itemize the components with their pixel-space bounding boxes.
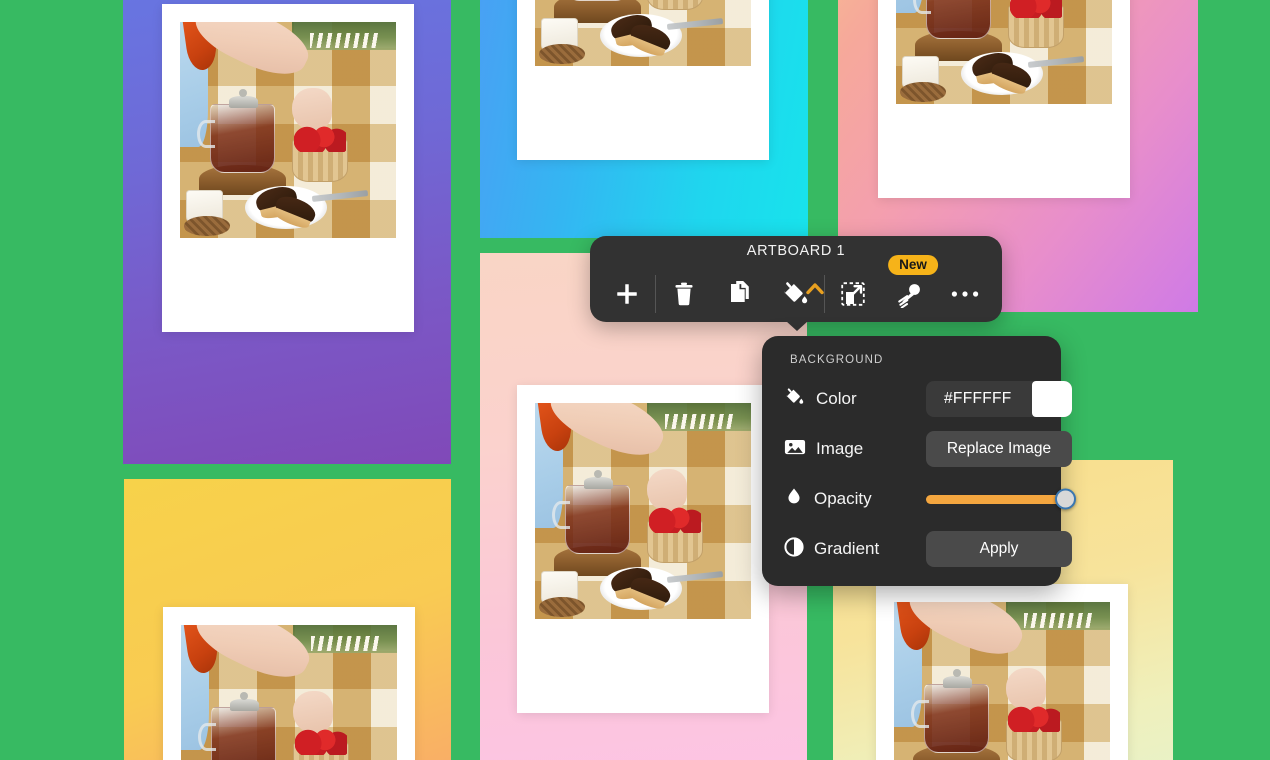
toolbar-title: ARTBOARD 1 (746, 243, 846, 259)
editor-canvas: ARTBOARD 1 New BACKGROUND Color #FFFFFF … (0, 0, 1270, 760)
opacity-slider-knob[interactable] (1055, 488, 1076, 510)
resize-icon (840, 281, 866, 307)
background-opacity-row: Opacity (784, 474, 1076, 524)
plus-icon (614, 281, 640, 307)
photo-image (181, 625, 397, 760)
resize-button[interactable] (825, 269, 881, 319)
ellipsis-icon (950, 289, 980, 299)
color-hex-value: #FFFFFF (944, 390, 1012, 407)
background-image-row: Image Replace Image (784, 424, 1072, 474)
polaroid-frame[interactable] (517, 385, 769, 713)
artboard-2[interactable] (480, 0, 808, 238)
artboard-5[interactable] (480, 253, 807, 760)
background-panel-title: BACKGROUND (790, 354, 884, 366)
polaroid-frame[interactable] (878, 0, 1130, 198)
photo-image (894, 602, 1110, 760)
paint-bucket-icon (784, 387, 806, 412)
color-hex-input[interactable]: #FFFFFF (926, 381, 1072, 417)
opacity-slider-track (926, 494, 1072, 504)
contrast-icon (784, 536, 804, 562)
opacity-slider[interactable] (926, 488, 1076, 510)
background-color-row: Color #FFFFFF (784, 374, 1072, 424)
color-swatch[interactable] (1032, 381, 1072, 417)
duplicate-button[interactable] (712, 269, 768, 319)
fill-button[interactable] (768, 269, 824, 319)
polaroid-frame[interactable] (517, 0, 769, 160)
more-button[interactable] (937, 269, 993, 319)
photo-image (535, 403, 751, 619)
artboard-1[interactable] (123, 0, 451, 464)
polaroid-frame[interactable] (163, 607, 415, 760)
toolbar-pointer (786, 321, 808, 331)
chevron-up-icon (805, 281, 825, 295)
add-button[interactable] (599, 269, 655, 319)
droplet-icon (784, 487, 804, 512)
artboard-4[interactable] (124, 479, 451, 760)
effects-button[interactable]: New (881, 255, 938, 319)
trash-icon (672, 281, 696, 307)
polaroid-frame[interactable] (162, 4, 414, 332)
copy-icon (728, 281, 752, 307)
artboard-toolbar: ARTBOARD 1 New (590, 236, 1002, 331)
photo-image (180, 22, 396, 238)
image-icon (784, 437, 806, 462)
replace-image-button[interactable]: Replace Image (926, 431, 1072, 467)
toolbar-actions: New (590, 255, 1002, 321)
background-image-label: Image (816, 439, 864, 458)
background-panel: BACKGROUND Color #FFFFFF Image Replace I… (762, 336, 1076, 586)
polaroid-frame[interactable] (876, 584, 1128, 760)
photo-image (896, 0, 1112, 104)
apply-gradient-button[interactable]: Apply (926, 531, 1072, 567)
background-color-label: Color (816, 389, 857, 408)
background-opacity-label: Opacity (814, 489, 872, 508)
photo-image (535, 0, 751, 66)
background-gradient-row: Gradient Apply (784, 524, 1072, 574)
magic-brush-icon (894, 280, 924, 308)
delete-button[interactable] (656, 269, 712, 319)
new-badge: New (888, 255, 938, 275)
background-gradient-label: Gradient (814, 539, 880, 558)
